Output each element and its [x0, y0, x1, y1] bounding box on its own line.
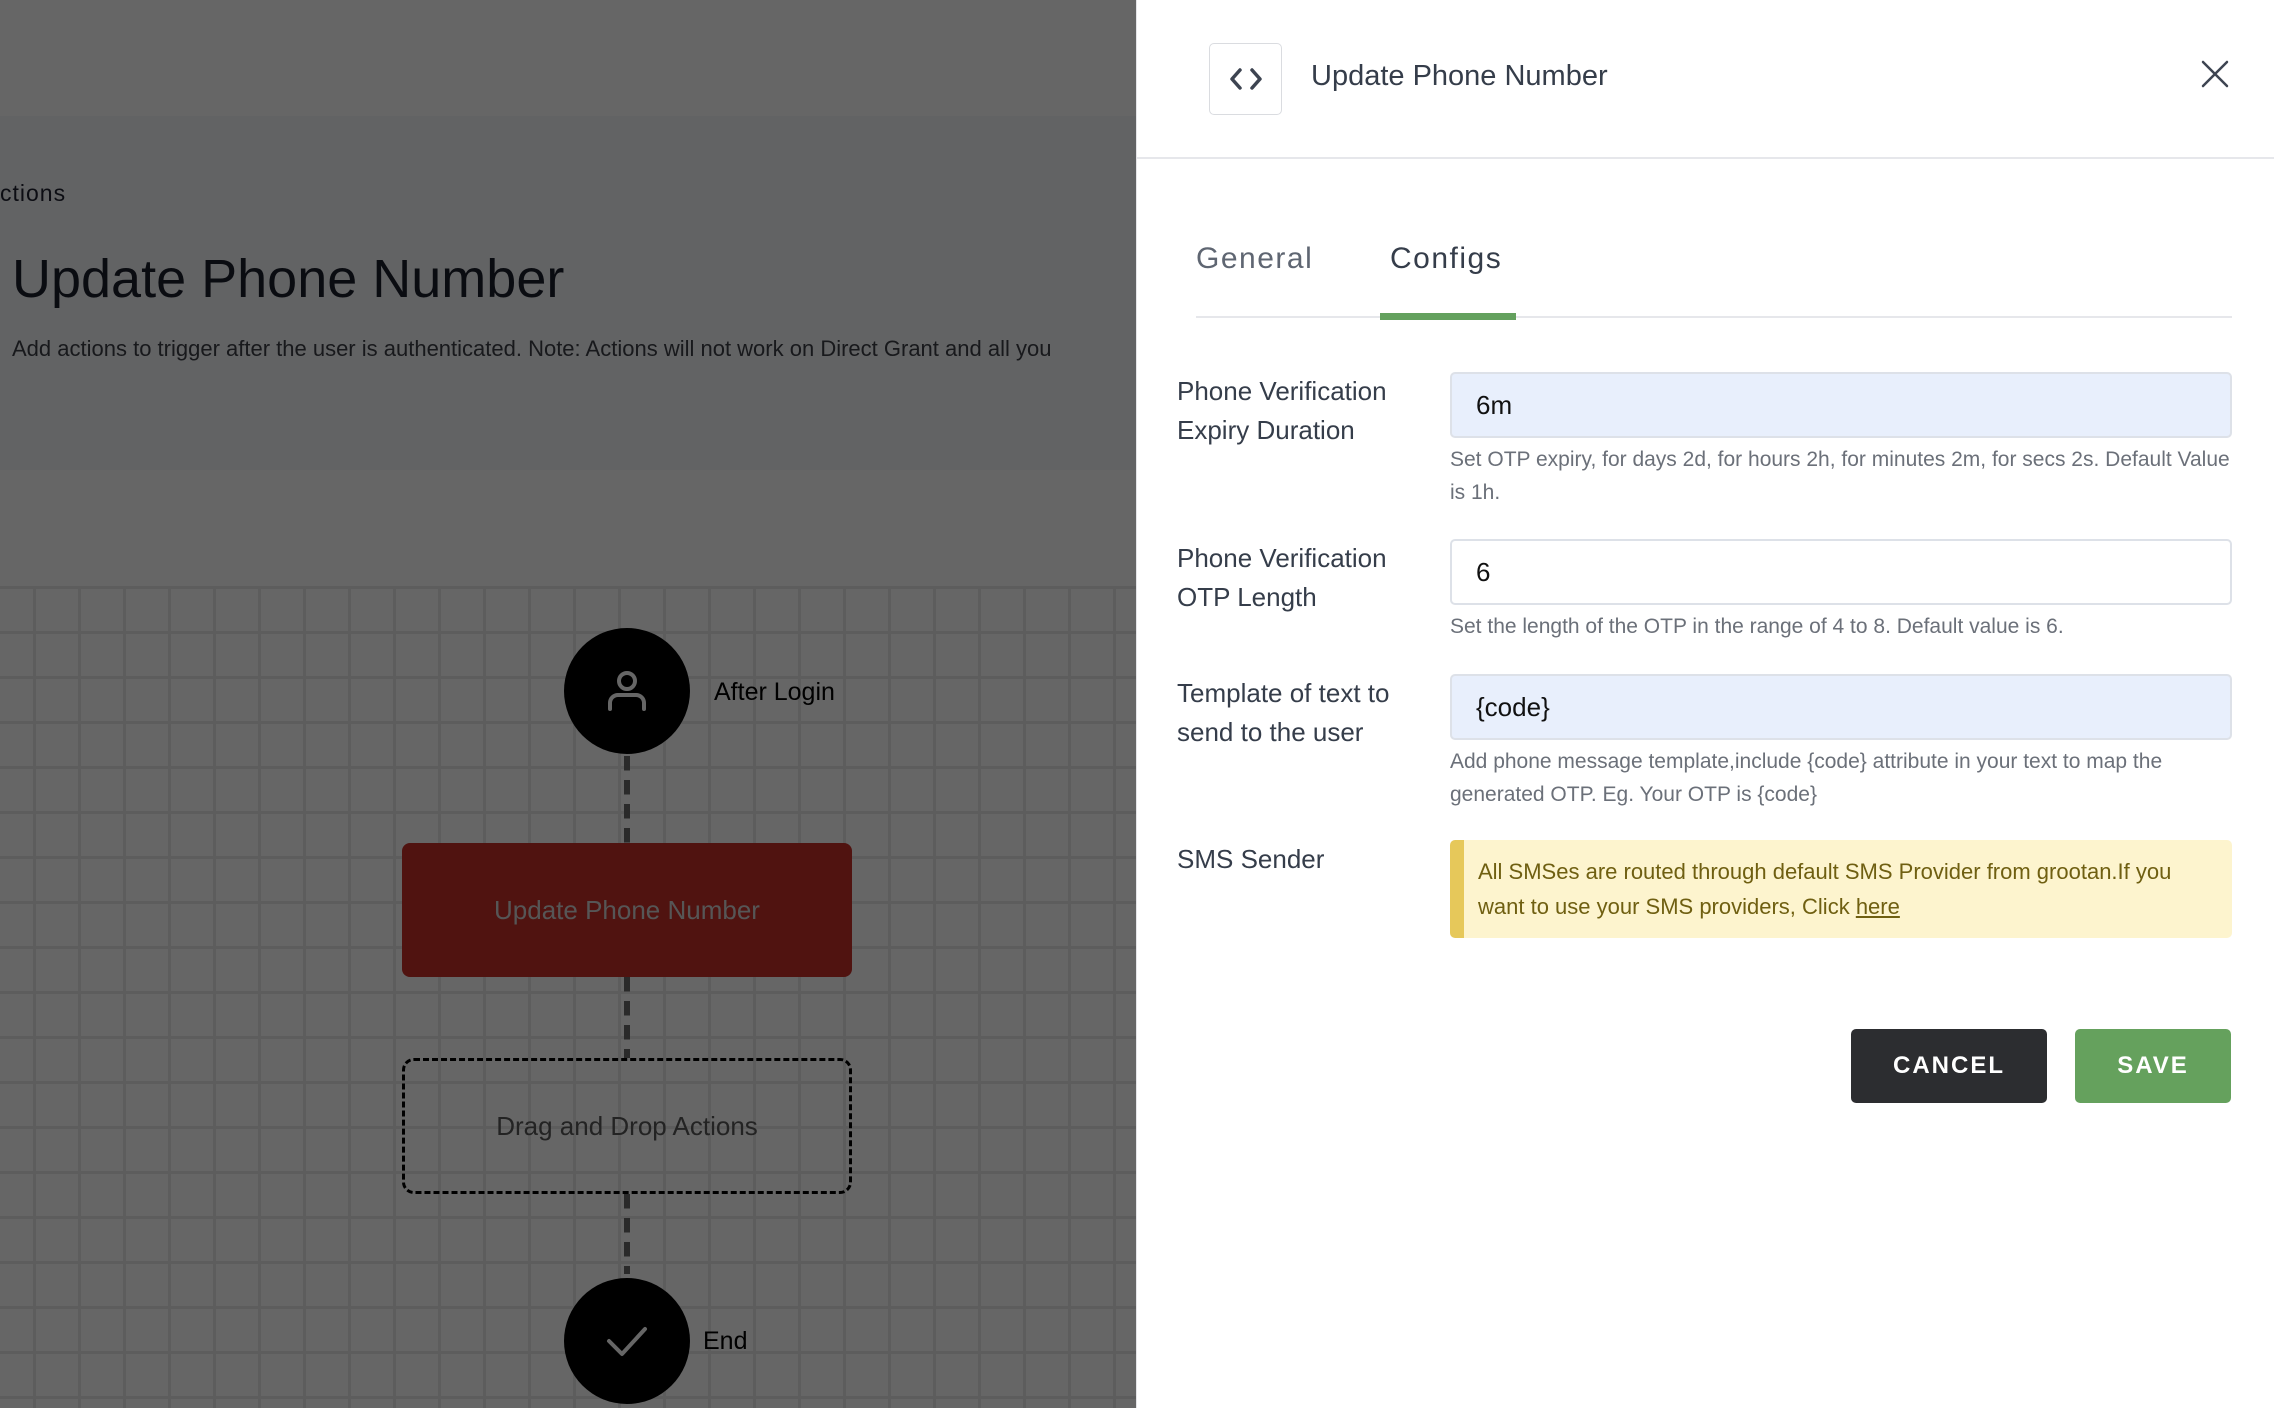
expiry-duration-label: Phone Verification Expiry Duration	[1177, 376, 1387, 445]
message-template-help: Add phone message template,include {code…	[1450, 750, 2163, 806]
save-button[interactable]: SAVE	[2075, 1029, 2231, 1103]
otp-length-label: Phone Verification OTP Length	[1177, 543, 1387, 612]
close-button[interactable]	[2197, 56, 2233, 92]
config-drawer: Update Phone Number General Configs Phon…	[1136, 0, 2274, 1408]
drawer-header: Update Phone Number	[1137, 0, 2274, 159]
sms-provider-alert: All SMSes are routed through default SMS…	[1450, 840, 2232, 938]
modal-backdrop[interactable]	[0, 0, 1136, 1408]
sms-provider-alert-text: All SMSes are routed through default SMS…	[1478, 859, 2172, 919]
cancel-button[interactable]: CANCEL	[1851, 1029, 2047, 1103]
sms-sender-label: SMS Sender	[1177, 844, 1325, 874]
expiry-duration-input[interactable]	[1450, 372, 2232, 438]
otp-length-help: Set the length of the OTP in the range o…	[1450, 615, 2064, 638]
close-icon	[2201, 60, 2229, 88]
drawer-title: Update Phone Number	[1311, 60, 1608, 92]
code-badge	[1209, 43, 1282, 115]
otp-length-input[interactable]	[1450, 539, 2232, 605]
message-template-input[interactable]	[1450, 674, 2232, 740]
message-template-label: Template of text to send to the user	[1177, 678, 1390, 747]
tab-bar: General Configs	[1196, 240, 2232, 320]
sms-provider-link[interactable]: here	[1856, 894, 1900, 919]
code-icon	[1229, 68, 1262, 90]
tab-configs[interactable]: Configs	[1380, 240, 1516, 320]
tab-general[interactable]: General	[1196, 240, 1313, 318]
expiry-duration-help: Set OTP expiry, for days 2d, for hours 2…	[1450, 448, 2230, 504]
